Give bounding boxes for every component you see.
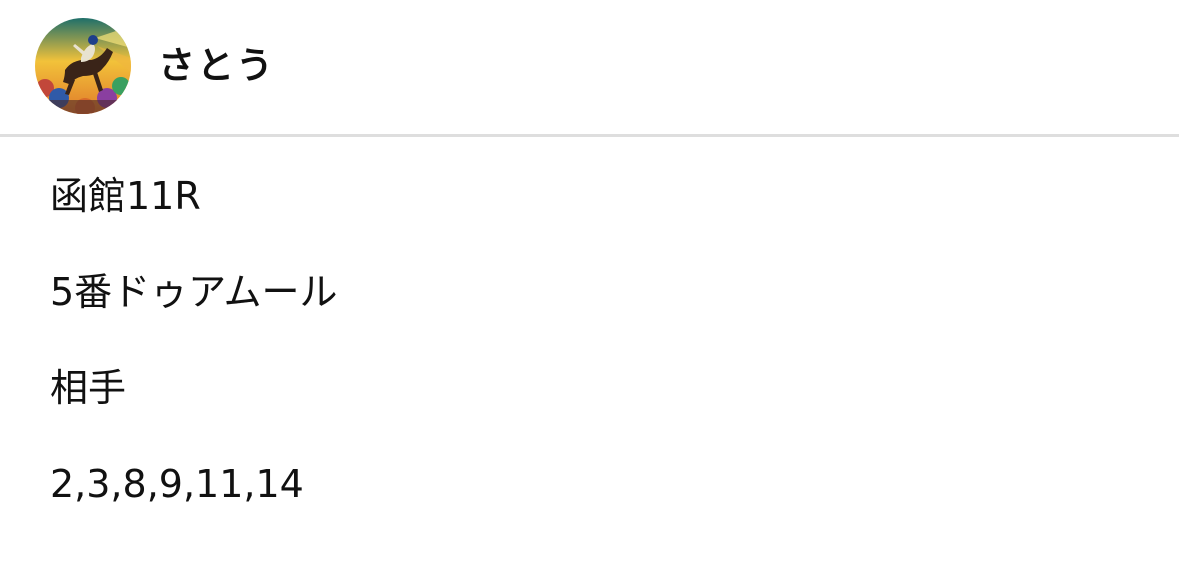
avatar[interactable] <box>35 18 131 114</box>
race-title: 函館11R <box>50 174 201 218</box>
opponents-label: 相手 <box>50 366 127 410</box>
post-body: 函館11R 5番ドゥアムール 相手 2,3,8,9,11,14 <box>50 172 338 508</box>
username[interactable]: さとう <box>158 44 275 88</box>
opponent-numbers: 2,3,8,9,11,14 <box>50 462 304 506</box>
main-horse-pick: 5番ドゥアムール <box>50 270 338 314</box>
post-header: さとう <box>0 0 1179 137</box>
jockey-horse-racing-avatar-icon <box>35 18 131 114</box>
